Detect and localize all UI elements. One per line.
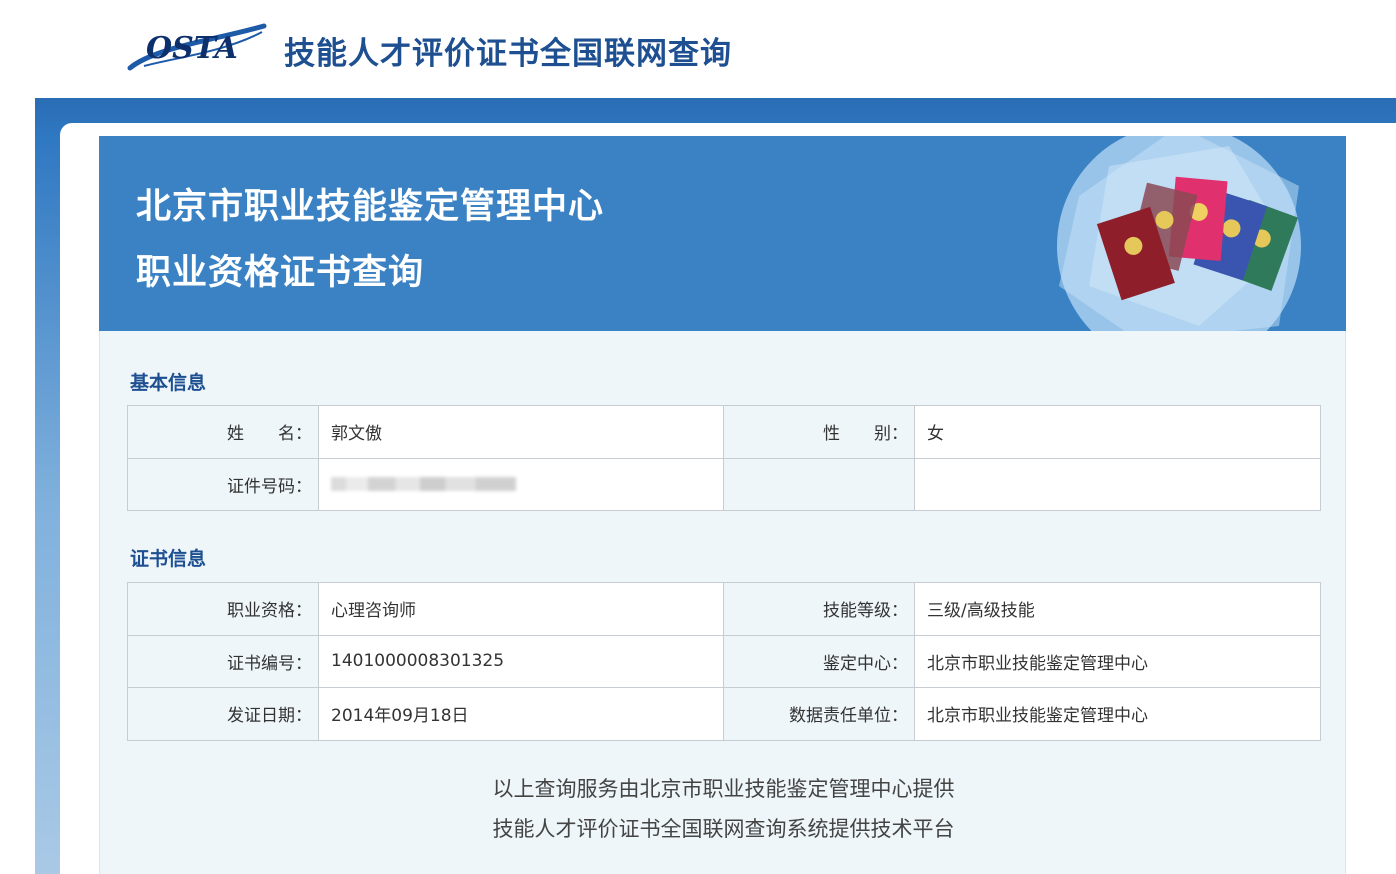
- platform-provider-note: 技能人才评价证书全国联网查询系统提供技术平台: [492, 817, 955, 841]
- empty-label: [723, 457, 915, 511]
- name-value: 郭文傲: [318, 405, 724, 459]
- id-number-label: 证件号码：: [127, 457, 319, 511]
- issue-date-value: 2014年09月18日: [318, 687, 724, 741]
- banner: 北京市职业技能鉴定管理中心 职业资格证书查询: [99, 136, 1346, 331]
- table-row: 证件号码：: [127, 457, 1321, 511]
- gender-label: 性 别：: [723, 405, 915, 459]
- service-provider-note: 以上查询服务由北京市职业技能鉴定管理中心提供: [492, 777, 955, 801]
- logo-text: OSTA: [146, 31, 238, 66]
- banner-subtitle: 职业资格证书查询: [136, 253, 425, 293]
- table-row: 发证日期： 2014年09月18日 数据责任单位： 北京市职业技能鉴定管理中心: [127, 687, 1321, 741]
- result-panel: 基本信息 姓 名： 郭文傲 性 别： 女 证件号码： 证书信息 职业资格： 心理…: [99, 331, 1346, 874]
- certificates-illustration: [1057, 136, 1301, 331]
- gender-value: 女: [914, 405, 1321, 459]
- site-title: 技能人才评价证书全国联网查询: [284, 36, 732, 72]
- issue-date-label: 发证日期：: [127, 687, 319, 741]
- table-row: 姓 名： 郭文傲 性 别： 女: [127, 405, 1321, 459]
- id-number-value: [318, 457, 724, 511]
- banner-title: 北京市职业技能鉴定管理中心: [136, 187, 605, 227]
- table-row: 证书编号： 1401000008301325 鉴定中心： 北京市职业技能鉴定管理…: [127, 634, 1321, 688]
- basic-info-title: 基本信息: [130, 372, 207, 394]
- cert-number-label: 证书编号：: [127, 634, 319, 688]
- appraisal-center-label: 鉴定中心：: [723, 634, 915, 688]
- basic-info-table: 姓 名： 郭文傲 性 别： 女 证件号码：: [127, 405, 1321, 511]
- table-row: 职业资格： 心理咨询师 技能等级： 三级/高级技能: [127, 582, 1321, 636]
- redacted-id-number: [331, 477, 516, 492]
- qualification-label: 职业资格：: [127, 582, 319, 636]
- site-header: OSTA 技能人才评价证书全国联网查询: [0, 0, 1396, 98]
- cert-number-value: 1401000008301325: [318, 634, 724, 688]
- data-responsible-unit-label: 数据责任单位：: [723, 687, 915, 741]
- qualification-value: 心理咨询师: [318, 582, 724, 636]
- data-responsible-unit-value: 北京市职业技能鉴定管理中心: [914, 687, 1321, 741]
- cert-info-table: 职业资格： 心理咨询师 技能等级： 三级/高级技能 证书编号： 14010000…: [127, 582, 1321, 741]
- empty-value: [914, 457, 1321, 511]
- name-label: 姓 名：: [127, 405, 319, 459]
- appraisal-center-value: 北京市职业技能鉴定管理中心: [914, 634, 1321, 688]
- osta-logo[interactable]: OSTA: [124, 18, 270, 76]
- cert-info-title: 证书信息: [130, 548, 207, 570]
- skill-level-label: 技能等级：: [723, 582, 915, 636]
- skill-level-value: 三级/高级技能: [914, 582, 1321, 636]
